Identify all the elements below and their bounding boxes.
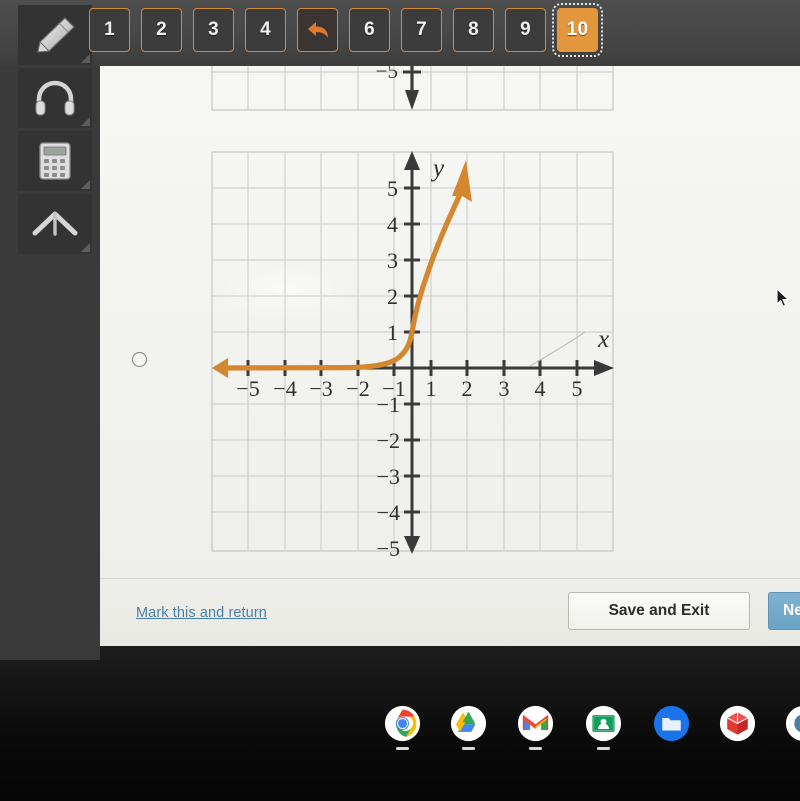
question-navigation: 1 2 3 4 6 7 8 9 10: [89, 3, 603, 57]
up-arrow-icon: [31, 207, 79, 241]
quiz-footer: Mark this and return Save and Exit Next: [100, 578, 800, 646]
highlighter-tool-button[interactable]: [18, 5, 92, 65]
question-button-9[interactable]: 9: [505, 8, 546, 52]
gmail-app-icon[interactable]: [517, 705, 554, 742]
ytick--4: −4: [377, 500, 400, 525]
question-button-4[interactable]: 4: [245, 8, 286, 52]
question-button-5-flagged[interactable]: [297, 8, 338, 52]
ytick-3: 3: [387, 248, 398, 273]
calculator-icon: [38, 141, 72, 181]
classroom-running-indicator: [597, 747, 610, 750]
calculator-tool-button[interactable]: [18, 131, 92, 191]
question-button-8[interactable]: 8: [453, 8, 494, 52]
save-and-exit-button[interactable]: Save and Exit: [568, 592, 750, 630]
chrome-app-icon[interactable]: [384, 705, 421, 742]
mark-this-and-return-link[interactable]: Mark this and return: [136, 605, 267, 621]
quiz-content-panel: −5 −5 −4 −3 −2 −1 1 2 3 4 5 5 4 3 2 1 −1…: [100, 66, 800, 646]
ytick-1: 1: [387, 320, 398, 345]
question-button-2[interactable]: 2: [141, 8, 182, 52]
ytick-2: 2: [387, 284, 398, 309]
gmail-running-indicator: [529, 747, 542, 750]
x-axis-label: x: [597, 326, 609, 353]
partial-app-icon[interactable]: [785, 705, 800, 742]
partial-graph-ytick-label: −5: [376, 66, 398, 83]
xtick--4: −4: [273, 376, 296, 401]
headphones-icon: [33, 79, 77, 117]
question-button-3[interactable]: 3: [193, 8, 234, 52]
ytick-5: 5: [387, 176, 398, 201]
next-button[interactable]: Next: [768, 592, 800, 630]
google-drive-app-icon[interactable]: [450, 705, 487, 742]
xtick--5: −5: [236, 376, 259, 401]
answer-radio-option[interactable]: [132, 352, 147, 367]
chrome-running-indicator: [396, 747, 409, 750]
ytick-4: 4: [387, 212, 398, 237]
back-arrow-icon: [305, 19, 331, 41]
line-tool-button[interactable]: [18, 194, 92, 254]
chromebook-photo: 1 2 3 4 6 7 8 9 10 −5 −5 −4 −3 −2 −1 1 2…: [0, 0, 800, 801]
partial-graph-above: −5: [200, 66, 625, 120]
chromeos-shelf: [0, 690, 800, 760]
audio-tool-button[interactable]: [18, 68, 92, 128]
xtick-1: 1: [426, 376, 437, 401]
xtick--3: −3: [309, 376, 332, 401]
question-button-6[interactable]: 6: [349, 8, 390, 52]
drive-running-indicator: [462, 747, 475, 750]
files-app-icon[interactable]: [653, 705, 690, 742]
google-classroom-app-icon[interactable]: [585, 705, 622, 742]
xtick-4: 4: [535, 376, 546, 401]
question-button-1[interactable]: 1: [89, 8, 130, 52]
ytick--5: −5: [377, 536, 400, 559]
pencil-icon: [32, 14, 78, 56]
cube-3d-app-icon[interactable]: [719, 705, 756, 742]
xtick-2: 2: [462, 376, 473, 401]
y-axis-label: y: [430, 155, 445, 182]
ytick--3: −3: [377, 464, 400, 489]
ytick--2: −2: [377, 428, 400, 453]
question-button-10[interactable]: 10: [552, 3, 603, 57]
question-button-7[interactable]: 7: [401, 8, 442, 52]
xtick-3: 3: [499, 376, 510, 401]
xtick-5: 5: [572, 376, 583, 401]
tool-rail: [18, 5, 92, 257]
mouse-cursor: [776, 288, 790, 308]
exponential-curve: [212, 160, 472, 378]
ytick--1: −1: [377, 392, 400, 417]
answer-graph[interactable]: −5 −4 −3 −2 −1 1 2 3 4 5 5 4 3 2 1 −1 −2…: [200, 144, 625, 561]
xtick--2: −2: [346, 376, 369, 401]
